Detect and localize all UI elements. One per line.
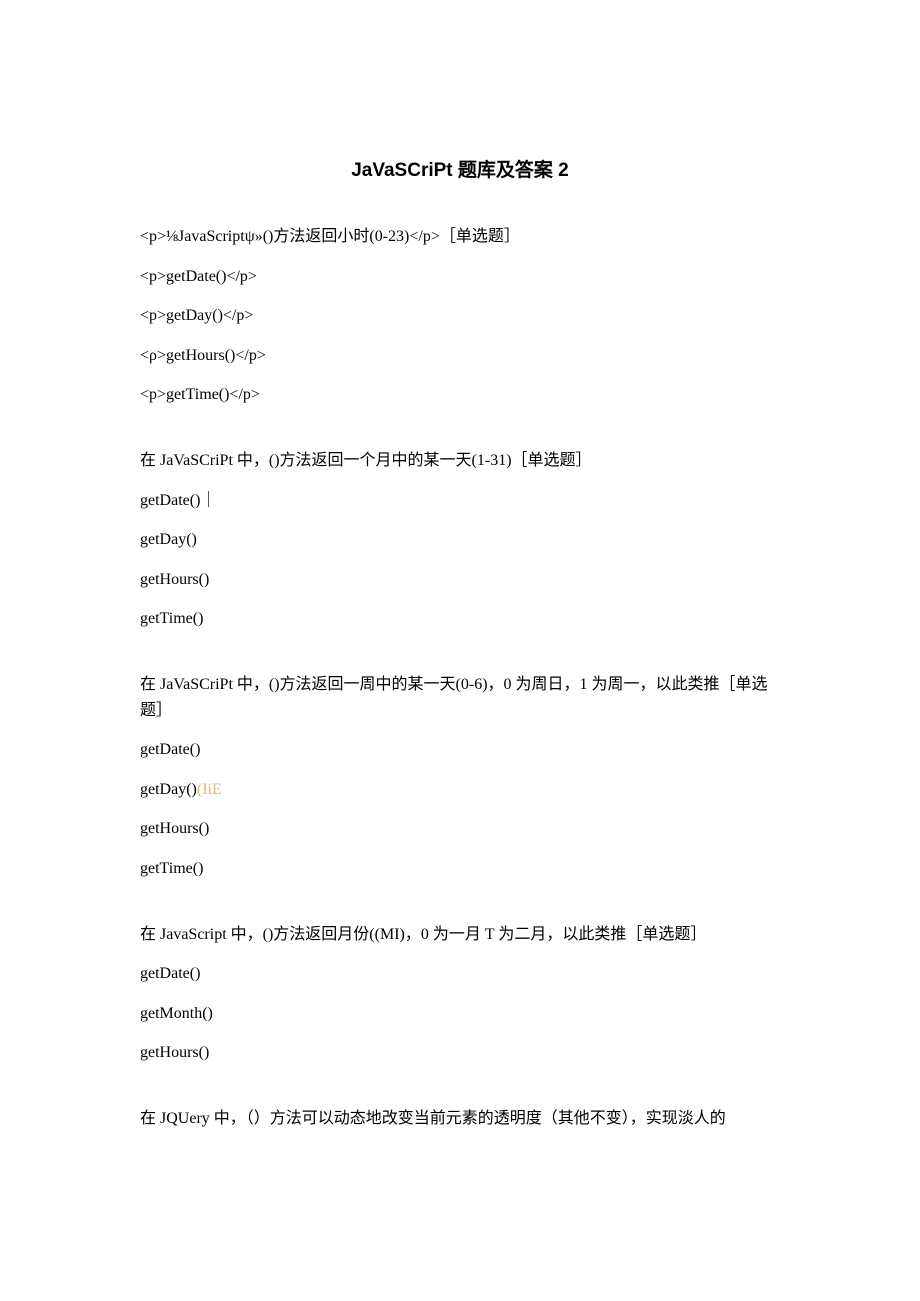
option-a: <p>getDate()</p> <box>140 264 780 290</box>
page-title: JaVaSCriPt 题库及答案 2 <box>140 155 780 182</box>
option-c: getHours() <box>140 567 780 593</box>
option-c: getHours() <box>140 816 780 842</box>
option-b: getMonth() <box>140 1001 780 1027</box>
option-d: getTime() <box>140 856 780 882</box>
question-block-5: 在 JQUery 中，（）方法可以动态地改变当前元素的透明度（其他不变），实现淡… <box>140 1106 780 1132</box>
option-c: getHours() <box>140 1040 780 1066</box>
question-stem: 在 JavaScript 中，()方法返回月份((MI)，0 为一月 T 为二月… <box>140 922 780 948</box>
document-page: JaVaSCriPt 题库及答案 2 <p>⅛JavaScriptψ»()方法返… <box>0 0 920 1301</box>
option-a: getDate()｜ <box>140 488 780 514</box>
question-block-3: 在 JaVaSCriPt 中，()方法返回一周中的某一天(0-6)，0 为周日，… <box>140 672 780 882</box>
option-b-text: getDay() <box>140 781 197 798</box>
answer-marker: (IiE <box>197 781 222 798</box>
option-a: getDate() <box>140 737 780 763</box>
option-a: getDate() <box>140 961 780 987</box>
option-b: <p>getDay()</p> <box>140 303 780 329</box>
option-d: getTime() <box>140 606 780 632</box>
option-d: <p>getTime()</p> <box>140 382 780 408</box>
question-block-2: 在 JaVaSCriPt 中，()方法返回一个月中的某一天(1-31)［单选题］… <box>140 448 780 632</box>
option-c: <ρ>getHours()</p> <box>140 343 780 369</box>
option-b: getDay() <box>140 527 780 553</box>
question-block-1: <p>⅛JavaScriptψ»()方法返回小时(0-23)</p>［单选题］ … <box>140 224 780 408</box>
question-block-4: 在 JavaScript 中，()方法返回月份((MI)，0 为一月 T 为二月… <box>140 922 780 1066</box>
option-b: getDay()(IiE <box>140 777 780 803</box>
question-stem: 在 JQUery 中，（）方法可以动态地改变当前元素的透明度（其他不变），实现淡… <box>140 1106 780 1132</box>
question-stem: 在 JaVaSCriPt 中，()方法返回一个月中的某一天(1-31)［单选题］ <box>140 448 780 474</box>
question-stem: <p>⅛JavaScriptψ»()方法返回小时(0-23)</p>［单选题］ <box>140 224 780 250</box>
question-stem: 在 JaVaSCriPt 中，()方法返回一周中的某一天(0-6)，0 为周日，… <box>140 672 780 723</box>
